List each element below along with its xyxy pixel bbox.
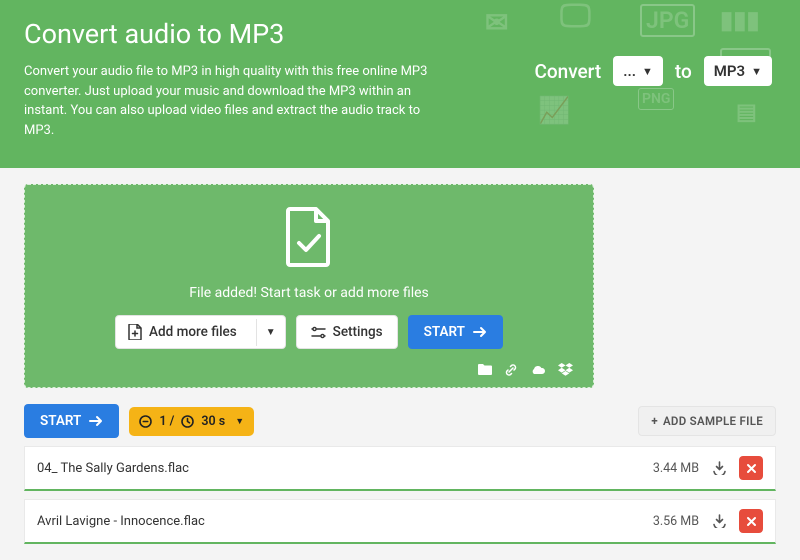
limit-pill[interactable]: 1 / 30 s ▼	[129, 407, 254, 436]
settings-label: Settings	[333, 324, 383, 340]
add-more-files-dropdown[interactable]: ▼	[256, 319, 285, 346]
from-format-value: ...	[623, 62, 636, 80]
chevron-down-icon: ▼	[235, 416, 244, 427]
file-size: 3.44 MB	[653, 461, 699, 476]
settings-icon	[311, 325, 326, 340]
remove-file-button[interactable]	[739, 456, 763, 480]
coin-icon	[139, 415, 152, 428]
to-format-value: MP3	[714, 62, 745, 80]
header: ✉ 🖵 JPG ▮▮▮ PDF 📈 PNG ▤ Convert audio to…	[0, 0, 800, 168]
file-row: 04_ The Sally Gardens.flac3.44 MB	[24, 446, 776, 491]
download-icon[interactable]	[707, 509, 731, 533]
chevron-down-icon: ▼	[266, 327, 276, 338]
convert-label: Convert	[534, 60, 601, 83]
arrow-right-icon	[89, 415, 103, 427]
settings-button[interactable]: Settings	[296, 315, 398, 349]
file-name: Avril Lavigne - Innocence.flac	[37, 514, 653, 529]
folder-icon[interactable]	[477, 363, 492, 377]
file-row: Avril Lavigne - Innocence.flac3.56 MB	[24, 499, 776, 544]
dropbox-icon[interactable]	[558, 363, 573, 377]
clock-icon	[181, 415, 194, 428]
to-label: to	[675, 60, 692, 83]
add-more-files-label: Add more files	[149, 324, 237, 340]
page-title: Convert audio to MP3	[24, 18, 776, 50]
content: File added! Start task or add more files…	[0, 168, 800, 560]
file-name: 04_ The Sally Gardens.flac	[37, 461, 653, 476]
file-list: 04_ The Sally Gardens.flac3.44 MB Avril L…	[24, 446, 776, 544]
to-format-dropdown[interactable]: MP3 ▼	[704, 56, 772, 86]
chevron-down-icon: ▼	[642, 65, 653, 78]
dropzone-start-button[interactable]: START	[408, 315, 503, 349]
download-icon[interactable]	[707, 456, 731, 480]
arrow-right-icon	[473, 326, 487, 338]
dropzone-start-label: START	[424, 324, 465, 340]
from-format-dropdown[interactable]: ... ▼	[613, 56, 663, 86]
toolbar-start-button[interactable]: START	[24, 404, 119, 438]
limit-count: 1 /	[159, 414, 174, 429]
page-description: Convert your audio file to MP3 in high q…	[24, 62, 444, 140]
file-plus-icon	[128, 324, 142, 340]
link-icon[interactable]	[504, 363, 518, 377]
add-more-files-button[interactable]: Add more files ▼	[115, 315, 286, 349]
add-sample-file-button[interactable]: + ADD SAMPLE FILE	[638, 406, 776, 436]
plus-icon: +	[651, 414, 658, 428]
file-size: 3.56 MB	[653, 514, 699, 529]
toolbar-start-label: START	[40, 413, 81, 429]
add-sample-label: ADD SAMPLE FILE	[663, 414, 763, 428]
remove-file-button[interactable]	[739, 509, 763, 533]
chevron-down-icon: ▼	[751, 65, 762, 78]
dropzone-source-icons	[41, 363, 577, 377]
limit-time: 30 s	[201, 414, 225, 429]
file-check-icon	[284, 207, 334, 267]
dropzone[interactable]: File added! Start task or add more files…	[24, 184, 594, 388]
convert-bar: Convert ... ▼ to MP3 ▼	[534, 56, 772, 86]
toolbar: START 1 / 30 s ▼ + ADD SAMPLE FILE	[24, 404, 776, 438]
cloud-icon[interactable]	[530, 363, 546, 377]
dropzone-actions: Add more files ▼ Settings START	[41, 315, 577, 349]
dropzone-message: File added! Start task or add more files	[41, 285, 577, 301]
